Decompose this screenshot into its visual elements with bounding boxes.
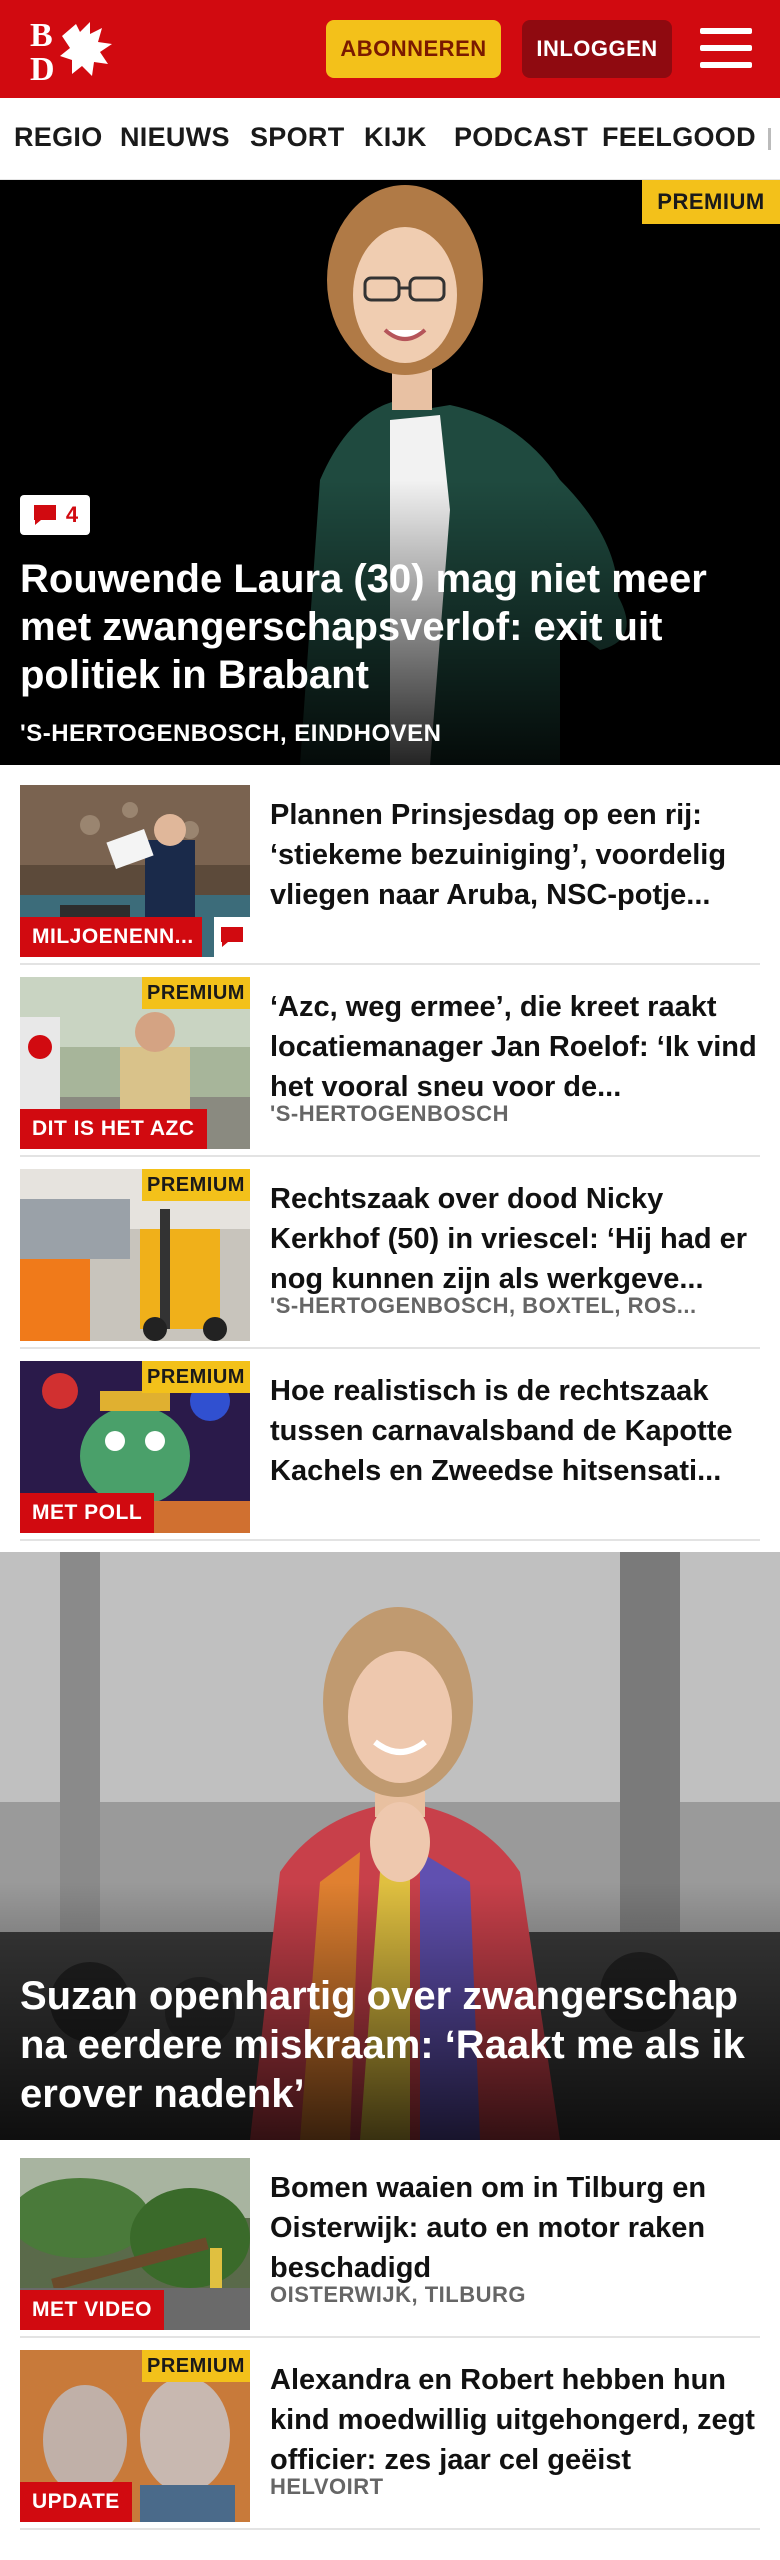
premium-badge: PREMIUM — [142, 977, 250, 1009]
article-location: HELVOIRT — [270, 2474, 384, 2499]
premium-badge: PREMIUM — [642, 180, 780, 224]
subscribe-button[interactable]: ABONNEREN — [326, 20, 501, 78]
hero-title-2[interactable]: Suzan openhartig over zwangerschap na ee… — [20, 1972, 765, 2119]
section-nav: REGIO NIEUWS SPORT KIJK PODCAST FEELGOOD — [0, 98, 780, 180]
article-location: OISTERWIJK, TILBURG — [270, 2282, 526, 2307]
nav-item-feelgood[interactable]: FEELGOOD — [602, 122, 756, 153]
article-card[interactable]: PREMIUM MET POLL Hoe realistisch is de r… — [20, 1361, 760, 1541]
site-header: B D ABONNEREN INLOGGEN — [0, 0, 780, 98]
article-title[interactable]: Plannen Prinsjesdag op een rij: ‘stiekem… — [270, 795, 760, 915]
comment-icon-box — [214, 917, 250, 957]
hero-article[interactable]: PREMIUM 4 Rouwende Laura (30) mag niet m… — [0, 180, 780, 765]
menu-bar — [700, 62, 752, 68]
menu-bar — [700, 45, 752, 51]
comment-icon — [221, 927, 243, 947]
hero-article-2[interactable]: Suzan openhartig over zwangerschap na ee… — [0, 1552, 780, 2140]
logo-dragon-icon — [60, 22, 112, 76]
article-card[interactable]: PREMIUM DIT IS HET AZC ‘Azc, weg ermee’,… — [20, 977, 760, 1157]
nav-item-regio[interactable]: REGIO — [14, 122, 103, 153]
nav-item-podcast[interactable]: PODCAST — [454, 122, 588, 153]
comment-count: 4 — [65, 502, 79, 527]
hero-location: 'S-HERTOGENBOSCH, EINDHOVEN — [20, 720, 442, 747]
article-tag: MET VIDEO — [20, 2290, 165, 2330]
article-thumbnail: PREMIUM UPDATE — [20, 2350, 250, 2522]
article-location: 'S-HERTOGENBOSCH — [270, 1101, 509, 1126]
article-title[interactable]: Hoe realistisch is de rechtszaak tussen … — [270, 1371, 760, 1491]
article-thumbnail: PREMIUM — [20, 1169, 250, 1341]
premium-badge: PREMIUM — [142, 1361, 250, 1393]
article-thumbnail: MILJOENENN... — [20, 785, 250, 957]
nav-item-sport[interactable]: SPORT — [250, 122, 345, 153]
article-thumbnail: PREMIUM MET POLL — [20, 1361, 250, 1533]
article-thumbnail: PREMIUM DIT IS HET AZC — [20, 977, 250, 1149]
article-card[interactable]: MILJOENENN... Plannen Prinsjesdag op een… — [20, 785, 760, 965]
menu-icon[interactable] — [700, 24, 752, 72]
hero-title[interactable]: Rouwende Laura (30) mag niet meer met zw… — [20, 555, 755, 699]
article-card[interactable]: MET VIDEO Bomen waaien om in Tilburg en … — [20, 2158, 760, 2338]
login-button[interactable]: INLOGGEN — [522, 20, 672, 78]
article-card[interactable]: PREMIUM UPDATE Alexandra en Robert hebbe… — [20, 2350, 760, 2530]
article-tag: UPDATE — [20, 2482, 132, 2522]
nav-item-kijk[interactable]: KIJK — [364, 122, 427, 153]
comment-icon — [33, 505, 56, 525]
article-tag: MET POLL — [20, 1493, 155, 1533]
article-title[interactable]: Bomen waaien om in Tilburg en Oisterwijk… — [270, 2168, 760, 2288]
comment-count-badge[interactable]: 4 — [20, 495, 90, 535]
article-tag: DIT IS HET AZC — [20, 1109, 207, 1149]
article-title[interactable]: Alexandra en Robert hebben hun kind moed… — [270, 2360, 760, 2480]
nav-overflow-indicator — [768, 128, 771, 150]
article-title[interactable]: ‘Azc, weg ermee’, die kreet raakt locati… — [270, 987, 760, 1107]
svg-text:B: B — [30, 17, 53, 54]
premium-badge: PREMIUM — [142, 2350, 250, 2382]
svg-text:D: D — [30, 51, 55, 84]
article-card[interactable]: PREMIUM Rechtszaak over dood Nicky Kerkh… — [20, 1169, 760, 1349]
article-thumbnail: MET VIDEO — [20, 2158, 250, 2330]
article-tag: MILJOENENN... — [20, 917, 202, 957]
menu-bar — [700, 28, 752, 34]
nav-item-nieuws[interactable]: NIEUWS — [120, 122, 230, 153]
site-logo[interactable]: B D — [28, 16, 116, 88]
premium-badge: PREMIUM — [142, 1169, 250, 1201]
article-title[interactable]: Rechtszaak over dood Nicky Kerkhof (50) … — [270, 1179, 760, 1299]
article-location: 'S-HERTOGENBOSCH, BOXTEL, ROS... — [270, 1293, 697, 1318]
